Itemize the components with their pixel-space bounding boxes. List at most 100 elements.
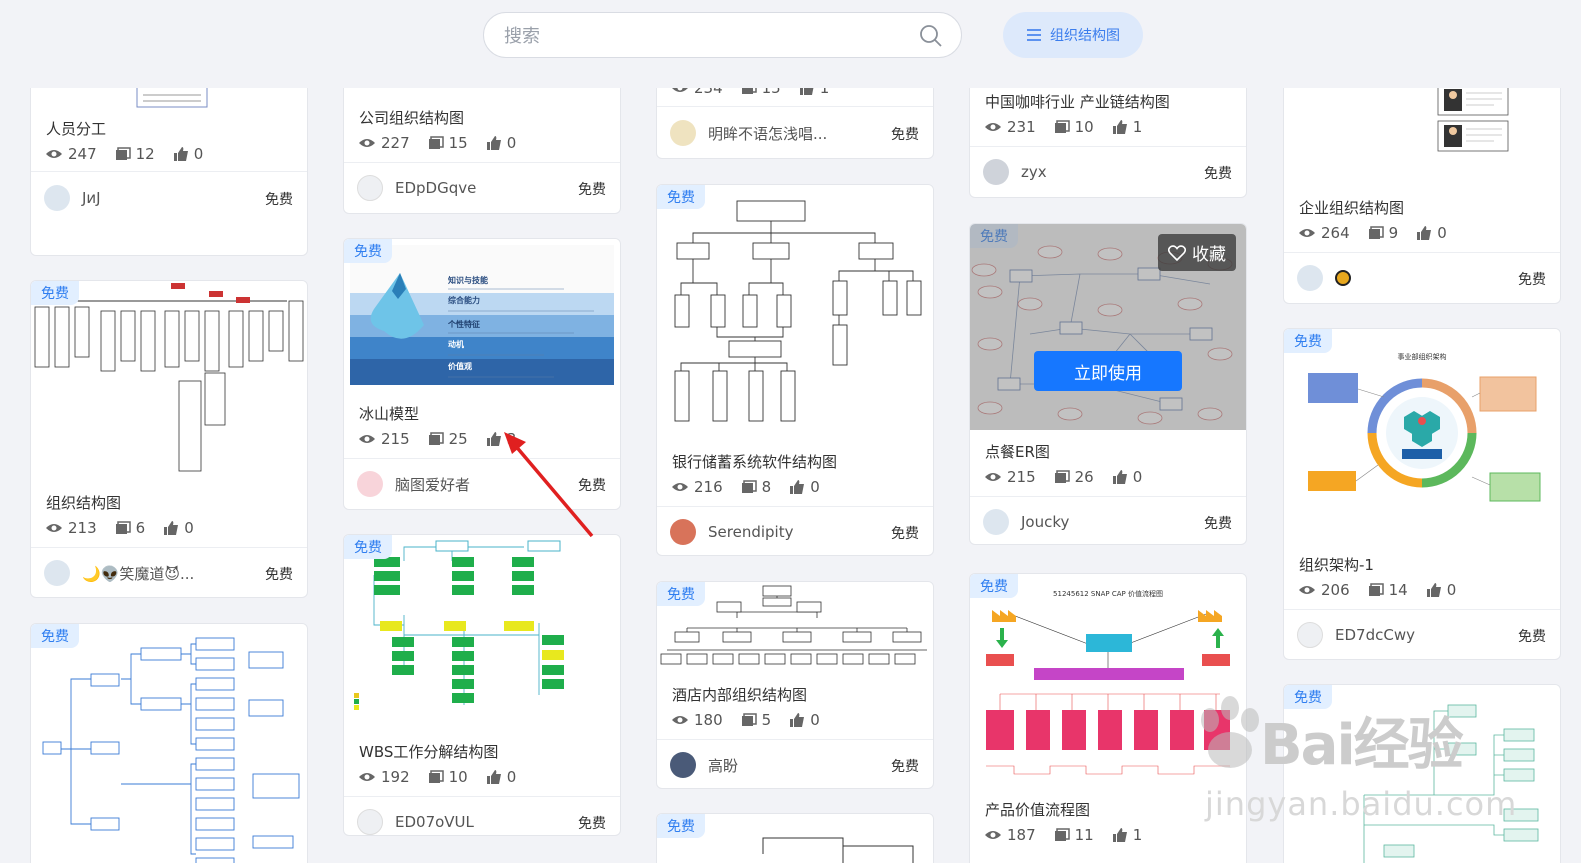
card-title[interactable]: 银行储蓄系统软件结构图 bbox=[672, 451, 837, 472]
thumbs-up-icon[interactable] bbox=[1426, 582, 1442, 598]
comment-icon bbox=[741, 480, 757, 493]
use-now-button[interactable]: 立即使用 bbox=[1034, 351, 1182, 391]
card-author[interactable]: ED7dcCwy bbox=[1297, 622, 1415, 648]
thumbs-up-icon[interactable] bbox=[1112, 469, 1128, 485]
card-thumbnail[interactable] bbox=[657, 185, 933, 440]
thumbs-up-icon[interactable] bbox=[1112, 827, 1128, 843]
card-title[interactable]: 组织架构-1 bbox=[1299, 554, 1374, 575]
thumbs-up-icon[interactable] bbox=[789, 712, 805, 728]
like-count: 0 bbox=[193, 145, 204, 163]
card-thumbnail[interactable] bbox=[31, 88, 307, 109]
card-thumbnail[interactable] bbox=[1284, 88, 1560, 169]
card-thumbnail[interactable] bbox=[31, 281, 307, 481]
column-1: 人员分工 247 12 0 JиJ 免费 免费 组织结构图 213 6 0 🌙👽… bbox=[30, 88, 308, 863]
card-author[interactable]: Joucky bbox=[983, 509, 1069, 535]
free-badge: 免费 bbox=[657, 582, 705, 606]
card-author[interactable] bbox=[1297, 265, 1351, 291]
card-thumbnail[interactable]: 事业部组织架构 bbox=[1284, 329, 1560, 544]
template-card[interactable]: 免费 知识与技能 综合能力 个性特征 动机 价值观 冰山模型 215 25 3 … bbox=[343, 238, 621, 510]
card-thumbnail[interactable] bbox=[31, 624, 307, 863]
watermark-brand: Bai经验 bbox=[1260, 700, 1464, 781]
template-card[interactable]: 免费 事业部组织架构 组织架构-1 206 14 0 ED7dcCwy 免费 bbox=[1283, 328, 1561, 660]
thumbs-up-icon[interactable] bbox=[486, 135, 502, 151]
thumbs-up-icon[interactable] bbox=[1416, 225, 1432, 241]
thumbs-up-icon[interactable] bbox=[1112, 119, 1128, 135]
card-author[interactable]: ED07oVUL bbox=[357, 809, 474, 835]
card-author[interactable]: 高盼 bbox=[670, 752, 738, 778]
eye-icon bbox=[359, 139, 375, 147]
free-badge: 免费 bbox=[657, 185, 705, 209]
comment-icon bbox=[1054, 828, 1070, 841]
card-stats: 213 6 0 bbox=[45, 519, 194, 537]
card-stats: 231 10 1 bbox=[984, 118, 1142, 136]
template-card[interactable]: 中国咖啡行业 产业链结构图 231 10 1 zyx 免费 bbox=[969, 88, 1247, 198]
card-divider bbox=[657, 506, 933, 507]
thumbs-up-icon[interactable] bbox=[789, 479, 805, 495]
card-title[interactable]: 组织结构图 bbox=[46, 492, 121, 513]
eye-icon bbox=[672, 88, 688, 92]
card-thumbnail[interactable] bbox=[344, 535, 620, 725]
template-card[interactable]: 公司组织结构图 227 15 0 EDpDGqve 免费 bbox=[343, 88, 621, 214]
template-card[interactable]: 免费 bbox=[656, 813, 934, 863]
comment-count: 12 bbox=[135, 145, 155, 163]
template-card[interactable]: 人员分工 247 12 0 JиJ 免费 bbox=[30, 88, 308, 256]
card-stats: 192 10 0 bbox=[358, 768, 516, 786]
avatar bbox=[670, 519, 696, 545]
card-title[interactable]: 中国咖啡行业 产业链结构图 bbox=[985, 91, 1170, 112]
eye-icon bbox=[985, 831, 1001, 839]
search-input[interactable] bbox=[502, 21, 906, 51]
card-title[interactable]: 公司组织结构图 bbox=[359, 107, 464, 128]
card-author[interactable]: Serendipity bbox=[670, 519, 793, 545]
view-count: 234 bbox=[694, 88, 723, 97]
card-thumbnail[interactable]: 收藏 立即使用 bbox=[970, 224, 1246, 430]
template-card[interactable]: 234 15 1 明眸不语怎浅唱... 免费 bbox=[656, 88, 934, 159]
card-author[interactable]: 脑图爱好者 bbox=[357, 471, 470, 497]
card-title[interactable]: 点餐ER图 bbox=[985, 441, 1050, 462]
card-title[interactable]: 冰山模型 bbox=[359, 403, 419, 424]
author-name: ED07oVUL bbox=[395, 813, 474, 831]
card-divider bbox=[657, 106, 933, 107]
card-title[interactable]: 企业组织结构图 bbox=[1299, 197, 1404, 218]
card-author[interactable]: EDpDGqve bbox=[357, 175, 476, 201]
thumbs-up-icon[interactable] bbox=[163, 520, 179, 536]
iceberg-text: 知识与技能 bbox=[448, 275, 488, 285]
card-stats: 247 12 0 bbox=[45, 145, 203, 163]
view-count: 215 bbox=[381, 430, 410, 448]
eye-icon bbox=[46, 150, 62, 158]
card-stats: 264 9 0 bbox=[1298, 224, 1447, 242]
view-count: 206 bbox=[1321, 581, 1350, 599]
card-author[interactable]: JиJ bbox=[44, 185, 101, 211]
card-title[interactable]: 人员分工 bbox=[46, 118, 106, 139]
card-title[interactable]: 酒店内部组织结构图 bbox=[672, 684, 807, 705]
card-thumbnail[interactable]: 51245612 SNAP CAP 价值流程图 bbox=[970, 574, 1246, 794]
card-title[interactable]: WBS工作分解结构图 bbox=[359, 741, 498, 762]
comment-count: 15 bbox=[448, 134, 468, 152]
card-stats: 234 15 1 bbox=[671, 88, 829, 97]
price-label: 免费 bbox=[1204, 516, 1232, 532]
template-card[interactable]: 免费 bbox=[343, 534, 621, 836]
view-count: 187 bbox=[1007, 826, 1036, 844]
thumbs-up-icon[interactable] bbox=[486, 769, 502, 785]
iceberg-text: 动机 bbox=[448, 339, 464, 349]
template-card[interactable]: 企业组织结构图 264 9 0 免费 bbox=[1283, 88, 1561, 304]
template-card[interactable]: 免费 bbox=[30, 623, 308, 863]
view-count: 247 bbox=[68, 145, 97, 163]
template-card[interactable]: 免费 组织结构图 213 6 0 🌙👽笑魔道😈... 免费 bbox=[30, 280, 308, 598]
template-card[interactable]: 免费 bbox=[656, 184, 934, 556]
favorite-button[interactable]: 收藏 bbox=[1158, 234, 1236, 271]
like-count: 1 bbox=[1132, 826, 1143, 844]
card-title[interactable]: 产品价值流程图 bbox=[985, 799, 1090, 820]
thumbs-up-icon[interactable] bbox=[486, 431, 502, 447]
card-author[interactable]: zyx bbox=[983, 159, 1047, 185]
thumbs-up-icon[interactable] bbox=[173, 146, 189, 162]
category-filter-button[interactable]: 组织结构图 bbox=[1003, 12, 1143, 58]
card-author[interactable]: 🌙👽笑魔道😈... bbox=[44, 560, 194, 586]
thumbs-up-icon[interactable] bbox=[799, 88, 815, 96]
free-badge: 免费 bbox=[344, 239, 392, 263]
search-icon[interactable] bbox=[919, 24, 943, 48]
search-box[interactable] bbox=[483, 12, 962, 58]
template-card[interactable]: 免费 酒店内部组织结构图 180 5 0 高盼 免费 bbox=[656, 581, 934, 789]
template-card[interactable]: 免费 收藏 立即使用 点餐ER图 215 26 0 Joucky 免费 bbox=[969, 223, 1247, 545]
free-badge: 免费 bbox=[31, 624, 79, 648]
card-author[interactable]: 明眸不语怎浅唱... bbox=[670, 120, 827, 146]
